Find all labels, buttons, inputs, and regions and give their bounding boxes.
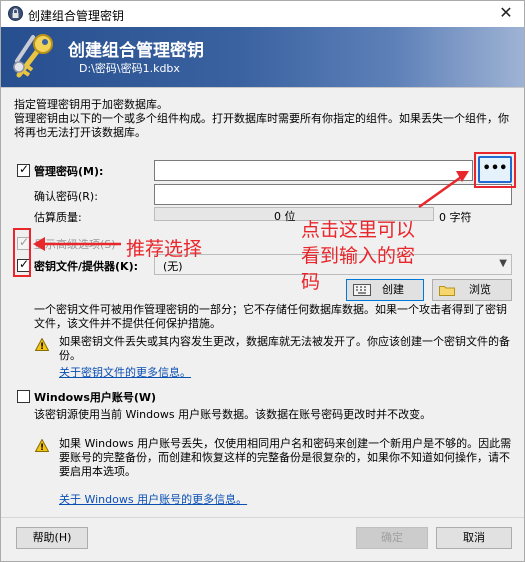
svg-text:!: ! <box>40 443 44 452</box>
title-bar: 创建组合管理密钥 ✕ <box>1 1 524 27</box>
master-password-checkbox[interactable] <box>17 162 30 177</box>
windows-account-warning: 如果 Windows 用户账号丢失，仅使用相同用户名和密码来创建一个新用户是不够… <box>59 437 512 478</box>
annotation-recommend: 推荐选择 <box>126 238 203 260</box>
quality-label: 估算质量: <box>34 211 82 224</box>
description-text: 管理密钥由以下的一个或多个组件构成。打开数据库时需要所有你指定的组件。如果丢失一… <box>14 112 509 139</box>
browse-key-file-button[interactable]: 浏览 <box>432 279 512 301</box>
keys-icon <box>13 34 53 78</box>
key-file-label: 密钥文件/提供器(K): <box>34 260 138 273</box>
annotation-highlight-show-button <box>474 152 516 188</box>
quality-bits: 0 位 <box>274 210 296 223</box>
folder-icon <box>439 286 455 296</box>
banner: 创建组合管理密钥 D:\密码\密码1.kdbx <box>1 27 524 87</box>
svg-text:!: ! <box>40 342 44 351</box>
warning-icon: ! <box>35 338 49 351</box>
help-button[interactable]: 帮助(H) <box>16 527 88 549</box>
window-title: 创建组合管理密钥 <box>28 9 125 23</box>
banner-title: 创建组合管理密钥 <box>68 41 204 61</box>
banner-divider <box>1 87 524 88</box>
browse-label: 浏览 <box>469 283 491 296</box>
confirm-password-input[interactable] <box>154 184 512 205</box>
char-count: 0 字符 <box>439 211 472 224</box>
key-file-more-link[interactable]: 关于密钥文件的更多信息。 <box>59 364 191 380</box>
windows-account-more-link[interactable]: 关于 Windows 用户账号的更多信息。 <box>59 491 247 507</box>
dialog-window: 创建组合管理密钥 ✕ 创建组合管理密钥 D:\密码\密码1.kdbx 指定管理密… <box>0 0 525 562</box>
windows-account-label: Windows用户账号(W) <box>34 391 157 404</box>
master-password-input[interactable] <box>154 160 473 181</box>
ok-button[interactable]: 确定 <box>356 527 428 549</box>
cancel-button[interactable]: 取消 <box>436 527 512 549</box>
close-button[interactable]: ✕ <box>494 2 518 25</box>
key-file-warning: 如果密钥文件丢失或其内容发生更改，数据库就无法被发开了。你应该创建一个密钥文件的… <box>59 335 510 362</box>
chevron-down-icon: ▼ <box>499 258 507 269</box>
advanced-options-label: 显示高级选项(S) <box>34 238 116 251</box>
windows-account-checkbox[interactable] <box>17 390 30 403</box>
windows-account-description: 该密钥源使用当前 Windows 用户账号数据。该数据在账号密码更改时并不改变。 <box>34 408 432 421</box>
annotation-highlight-key-file <box>13 228 31 277</box>
banner-path: D:\密码\密码1.kdbx <box>79 62 180 75</box>
master-password-label: 管理密码(M): <box>34 165 104 178</box>
annotation-click-hint: 点击这里可以看到输入的密码 <box>301 219 416 293</box>
intro-text: 指定管理密钥用于加密数据库。 <box>14 98 168 111</box>
warning-icon: ! <box>35 439 49 452</box>
keepass-lock-icon <box>8 6 23 21</box>
confirm-password-label: 确认密码(R): <box>34 190 98 203</box>
footer-divider <box>1 517 524 518</box>
key-file-description: 一个密钥文件可被用作管理密钥的一部分；它不存储任何数据库数据。如果一个攻击者得到… <box>34 303 507 330</box>
